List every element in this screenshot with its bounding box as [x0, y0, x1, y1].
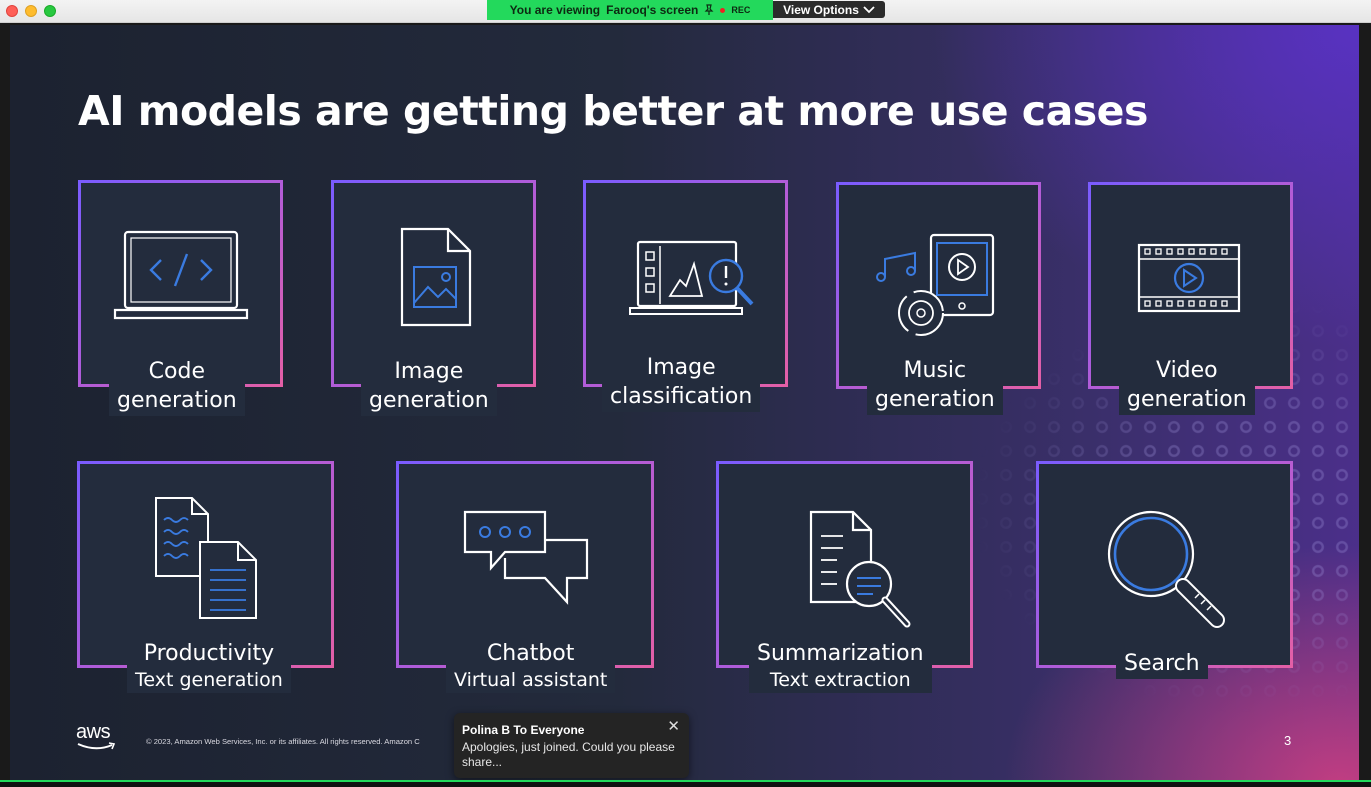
- chat-bubbles-icon: [463, 510, 589, 605]
- card-label-image-generation: Image generation: [361, 355, 497, 416]
- chat-message: Apologies, just joined. Could you please…: [462, 740, 675, 769]
- card-title: Image: [646, 355, 716, 380]
- magnifier-icon: [1107, 510, 1225, 628]
- card-label-search: Search: [1116, 647, 1208, 679]
- recording-dot-icon: [720, 7, 726, 13]
- card-title: Image: [394, 359, 464, 384]
- view-options-label: View Options: [783, 2, 859, 17]
- card-subtitle: Virtual assistant: [454, 669, 608, 691]
- card-label-music-generation: Music generation: [867, 354, 1003, 415]
- rec-label: REC: [731, 5, 751, 15]
- card-title: Summarization: [757, 641, 924, 666]
- documents-icon: [155, 497, 257, 619]
- card-title: Productivity: [143, 641, 275, 666]
- card-label-image-classification: Image classification: [602, 351, 761, 412]
- document-search-icon: [809, 510, 911, 628]
- card-title: Video: [1156, 358, 1218, 383]
- chat-notification[interactable]: Polina B To Everyone Apologies, just joi…: [454, 713, 689, 778]
- music-generation-icon: [876, 233, 995, 336]
- bottom-toolbar-edge: [0, 780, 1371, 787]
- image-file-icon: [400, 227, 472, 327]
- card-title: Chatbot: [486, 641, 575, 666]
- window-minimize-button[interactable]: [25, 5, 37, 17]
- close-icon[interactable]: ✕: [667, 717, 680, 735]
- window-close-button[interactable]: [6, 5, 18, 17]
- laptop-code-icon: [113, 230, 249, 320]
- card-label-code-generation: Code generation: [109, 355, 245, 416]
- viewing-name: Farooq's screen: [606, 3, 699, 17]
- aws-smile-icon: [77, 742, 116, 750]
- card-subtitle: generation: [875, 387, 995, 412]
- slide-title: AI models are getting better at more use…: [78, 87, 1148, 135]
- chat-sender: Polina B To Everyone: [462, 723, 585, 737]
- pin-icon[interactable]: [704, 4, 714, 16]
- slide-page-number: 3: [1284, 733, 1292, 748]
- viewing-prefix: You are viewing: [509, 3, 601, 17]
- card-subtitle: generation: [1127, 387, 1247, 412]
- video-film-icon: [1137, 243, 1241, 313]
- image-classification-icon: [629, 240, 754, 315]
- card-title: Search: [1124, 651, 1200, 676]
- window-maximize-button[interactable]: [44, 5, 56, 17]
- card-subtitle: Text extraction: [769, 669, 911, 691]
- card-subtitle: Text generation: [135, 669, 283, 691]
- card-search: [1036, 461, 1293, 668]
- card-label-productivity: Productivity Text generation: [127, 637, 291, 693]
- viewing-screen-banner: You are viewing Farooq's screen REC: [487, 0, 773, 20]
- card-title: Music: [903, 358, 967, 383]
- card-subtitle: generation: [117, 388, 237, 413]
- aws-logo: aws: [76, 722, 118, 752]
- card-subtitle: generation: [369, 388, 489, 413]
- window-titlebar: You are viewing Farooq's screen REC View…: [0, 0, 1371, 23]
- copyright-notice: © 2023, Amazon Web Services, Inc. or its…: [146, 737, 420, 746]
- shared-slide: AI models are getting better at more use…: [10, 25, 1359, 780]
- card-label-video-generation: Video generation: [1119, 354, 1255, 415]
- aws-logo-text: aws: [76, 721, 111, 743]
- card-title: Code: [148, 359, 205, 384]
- view-options-button[interactable]: View Options: [773, 1, 885, 18]
- card-label-chatbot: Chatbot Virtual assistant: [446, 637, 616, 693]
- card-subtitle: classification: [610, 384, 753, 409]
- chevron-down-icon: [863, 5, 875, 13]
- card-label-summarization: Summarization Text extraction: [749, 637, 932, 693]
